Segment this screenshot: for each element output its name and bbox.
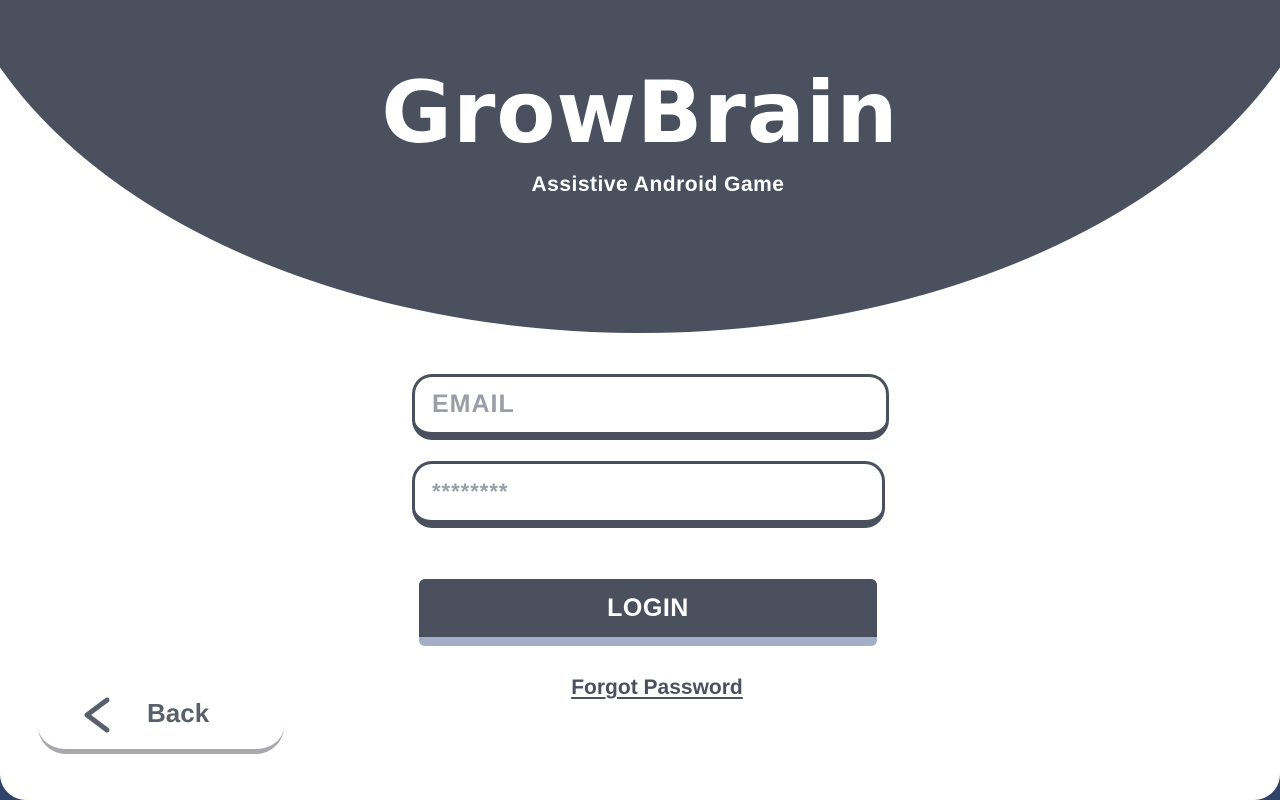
password-input[interactable]: [430, 478, 882, 506]
login-screen: GrowBrain Assistive Android Game LOGIN F…: [0, 0, 1280, 800]
back-label: Back: [147, 698, 210, 728]
email-input[interactable]: [430, 389, 886, 420]
app-title: GrowBrain: [381, 63, 899, 163]
back-button[interactable]: Back: [38, 672, 284, 754]
email-field[interactable]: [412, 374, 889, 440]
login-button[interactable]: LOGIN: [419, 579, 877, 646]
app-subtitle: Assistive Android Game: [531, 173, 785, 196]
chevron-left-icon: [84, 697, 110, 733]
password-field[interactable]: [412, 461, 885, 528]
